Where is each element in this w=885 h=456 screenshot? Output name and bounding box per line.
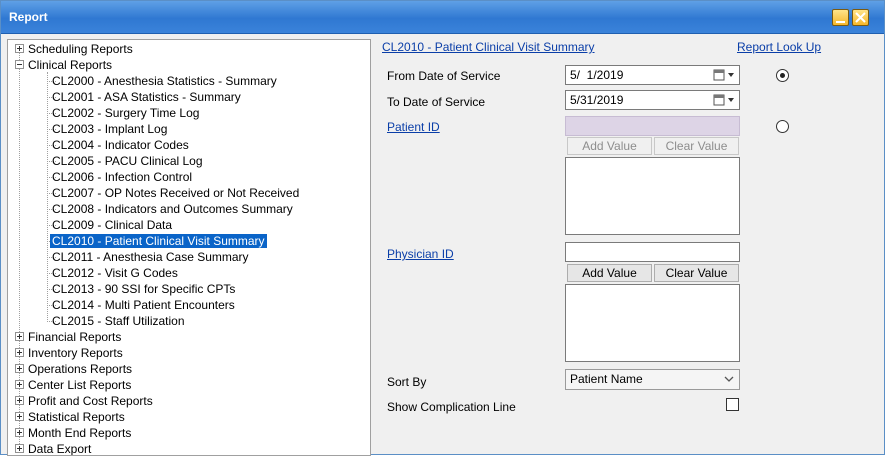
physician-id-input[interactable] — [565, 242, 740, 262]
tree-item-label: CL2015 - Staff Utilization — [52, 314, 185, 328]
expand-icon[interactable] — [15, 412, 24, 421]
expand-icon[interactable] — [15, 364, 24, 373]
tree-item[interactable]: CL2007 - OP Notes Received or Not Receiv… — [50, 185, 301, 201]
tree-item[interactable]: CL2006 - Infection Control — [50, 169, 194, 185]
physician-clear-value-button[interactable]: Clear Value — [654, 264, 739, 282]
tree-group-label: Month End Reports — [28, 426, 132, 440]
report-lookup-link[interactable]: Report Look Up — [737, 40, 821, 54]
tree-item-label: CL2005 - PACU Clinical Log — [52, 154, 203, 168]
radio-selected-dot — [780, 73, 785, 78]
tree-item[interactable]: CL2002 - Surgery Time Log — [50, 105, 201, 121]
to-date-value: 5/31/2019 — [570, 93, 624, 107]
tree-item-label: CL2007 - OP Notes Received or Not Receiv… — [52, 186, 300, 200]
tree-group-label: Center List Reports — [28, 378, 132, 392]
tree-item[interactable]: CL2001 - ASA Statistics - Summary — [50, 89, 243, 105]
expand-icon[interactable] — [15, 44, 24, 53]
expand-icon[interactable] — [15, 444, 24, 453]
expand-icon[interactable] — [15, 348, 24, 357]
tree-item-label: CL2014 - Multi Patient Encounters — [52, 298, 235, 312]
report-title-link[interactable]: CL2010 - Patient Clinical Visit Summary — [382, 40, 595, 54]
tree-item[interactable]: CL2014 - Multi Patient Encounters — [50, 297, 237, 313]
close-button[interactable] — [852, 9, 869, 26]
tree-item[interactable]: CL2010 - Patient Clinical Visit Summary — [50, 233, 267, 249]
tree-item[interactable]: CL2004 - Indicator Codes — [50, 137, 191, 153]
tree-group-label: Data Export — [28, 442, 92, 456]
tree-item-label: CL2003 - Implant Log — [52, 122, 168, 136]
physician-id-link[interactable]: Physician ID — [387, 247, 454, 261]
expand-icon[interactable] — [15, 396, 24, 405]
report-panel: CL2010 - Patient Clinical Visit Summary … — [371, 34, 884, 456]
sort-by-select[interactable]: Patient Name — [565, 369, 740, 390]
tree-group-label: Profit and Cost Reports — [28, 394, 153, 408]
collapse-icon[interactable] — [15, 60, 24, 69]
complication-checkbox[interactable] — [726, 398, 739, 411]
tree-item-label: CL2001 - ASA Statistics - Summary — [52, 90, 241, 104]
tree-item-label: CL2011 - Anesthesia Case Summary — [52, 250, 249, 264]
tree-group-label: Inventory Reports — [28, 346, 123, 360]
calendar-dropdown-icon[interactable] — [713, 94, 735, 106]
tree-item-label: CL2010 - Patient Clinical Visit Summary — [50, 234, 267, 248]
report-window: Report Scheduling Reports Clinical Report… — [0, 0, 885, 456]
patient-id-input[interactable] — [565, 116, 740, 136]
physician-add-value-button[interactable]: Add Value — [567, 264, 652, 282]
minimize-button[interactable] — [832, 9, 849, 26]
to-date-picker[interactable]: 5/31/2019 — [565, 90, 740, 110]
title-bar[interactable]: Report — [1, 1, 884, 34]
patient-id-link[interactable]: Patient ID — [387, 120, 440, 134]
close-icon — [855, 12, 866, 23]
expand-icon[interactable] — [15, 332, 24, 341]
tree-item-label: CL2006 - Infection Control — [52, 170, 193, 184]
sort-by-value: Patient Name — [570, 372, 643, 386]
expand-icon[interactable] — [15, 380, 24, 389]
from-date-radio[interactable] — [776, 69, 789, 82]
sort-by-label: Sort By — [387, 375, 427, 389]
complication-label: Show Complication Line — [387, 400, 516, 414]
tree-item-label: CL2013 - 90 SSI for Specific CPTs — [52, 282, 236, 296]
tree-item-label: CL2002 - Surgery Time Log — [52, 106, 200, 120]
physician-id-list[interactable] — [565, 284, 740, 362]
tree-group-label: Financial Reports — [28, 330, 122, 344]
from-date-picker[interactable]: 5/ 1/2019 — [565, 65, 740, 85]
calendar-dropdown-icon[interactable] — [713, 69, 735, 81]
tree-item[interactable]: CL2012 - Visit G Codes — [50, 265, 180, 281]
tree-item[interactable]: CL2011 - Anesthesia Case Summary — [50, 249, 251, 265]
patient-clear-value-button[interactable]: Clear Value — [654, 137, 739, 155]
minimize-icon — [836, 21, 845, 23]
tree-item[interactable]: CL2003 - Implant Log — [50, 121, 169, 137]
window-title: Report — [9, 10, 48, 24]
tree-item-label: CL2012 - Visit G Codes — [52, 266, 178, 280]
tree-group-label: Statistical Reports — [28, 410, 125, 424]
tree-item[interactable]: CL2000 - Anesthesia Statistics - Summary — [50, 73, 279, 89]
tree-group-label: Clinical Reports — [28, 58, 113, 72]
tree-item-label: CL2008 - Indicators and Outcomes Summary — [52, 202, 293, 216]
report-tree[interactable]: Scheduling Reports Clinical Reports CL2000… — [7, 39, 371, 456]
tree-item[interactable]: CL2015 - Staff Utilization — [50, 313, 187, 329]
to-date-label: To Date of Service — [387, 95, 486, 109]
expand-icon[interactable] — [15, 428, 24, 437]
tree-item[interactable]: CL2008 - Indicators and Outcomes Summary — [50, 201, 295, 217]
chevron-down-icon — [724, 376, 734, 382]
tree-item-label: CL2004 - Indicator Codes — [52, 138, 189, 152]
from-date-label: From Date of Service — [387, 69, 501, 83]
tree-item[interactable]: CL2013 - 90 SSI for Specific CPTs — [50, 281, 237, 297]
tree-item[interactable]: CL2005 - PACU Clinical Log — [50, 153, 205, 169]
tree-group-label: Operations Reports — [28, 362, 133, 376]
tree-group-label: Scheduling Reports — [28, 42, 133, 56]
tree-connector — [47, 72, 48, 320]
tree-item-label: CL2000 - Anesthesia Statistics - Summary — [52, 74, 277, 88]
patient-id-list[interactable] — [565, 157, 740, 235]
patient-id-radio[interactable] — [776, 120, 789, 133]
tree-item-label: CL2009 - Clinical Data — [52, 218, 173, 232]
patient-add-value-button[interactable]: Add Value — [567, 137, 652, 155]
tree-item[interactable]: CL2009 - Clinical Data — [50, 217, 174, 233]
from-date-value: 5/ 1/2019 — [570, 68, 624, 82]
